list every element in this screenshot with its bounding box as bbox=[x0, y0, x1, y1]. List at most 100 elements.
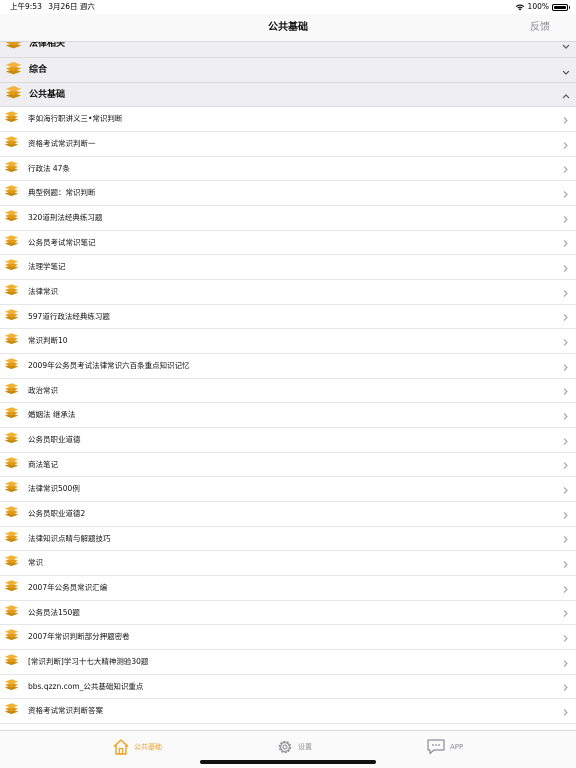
layers-icon bbox=[4, 257, 19, 276]
layers-icon bbox=[4, 208, 19, 227]
chevron-right-icon bbox=[563, 702, 568, 721]
list-item[interactable]: 公务员考试常识笔记 bbox=[0, 230, 576, 256]
list-item[interactable]: 法律常识 bbox=[0, 279, 576, 305]
list-item[interactable]: 公务员职业道德2 bbox=[0, 501, 576, 527]
list-item[interactable]: 行政法 47条 bbox=[0, 156, 576, 182]
feedback-button[interactable]: 反馈 bbox=[530, 14, 550, 42]
list-item-label: 公务员职业道德2 bbox=[28, 508, 86, 518]
section-header[interactable]: 综合 bbox=[0, 58, 576, 83]
list-item[interactable]: 典型例题：常识判断 bbox=[0, 181, 576, 206]
layers-icon bbox=[4, 677, 19, 696]
gear-icon bbox=[278, 740, 292, 754]
list-item[interactable]: 公务员法150题 bbox=[0, 600, 576, 626]
list-item[interactable]: 2009年公务员考试法律常识六百条重点知识记忆 bbox=[0, 353, 576, 379]
home-indicator bbox=[200, 760, 376, 764]
section-label: 公共基础 bbox=[29, 89, 66, 100]
chevron-right-icon bbox=[563, 430, 568, 449]
chevron-down-icon bbox=[562, 60, 570, 79]
section-header[interactable]: 公共基础 bbox=[0, 82, 576, 108]
layers-icon bbox=[4, 159, 19, 178]
battery-fill bbox=[554, 5, 566, 9]
list-item[interactable]: 2007年常识判断部分押题密卷 bbox=[0, 625, 576, 650]
tab-home[interactable]: 公共基础 bbox=[112, 737, 162, 757]
chevron-right-icon bbox=[563, 381, 568, 400]
list-item-label: 597道行政法经典练习题 bbox=[28, 311, 110, 321]
list-item-label: 法律常识500例 bbox=[28, 484, 80, 494]
page-title: 公共基础 bbox=[268, 22, 308, 33]
tab-home-label: 公共基础 bbox=[134, 743, 162, 751]
list-item[interactable]: 法律常识500例 bbox=[0, 477, 576, 502]
list-item[interactable]: bbs.qzzn.com_公共基础知识重点 bbox=[0, 674, 576, 700]
chevron-right-icon bbox=[563, 504, 568, 523]
chevron-right-icon bbox=[563, 406, 568, 425]
chevron-right-icon bbox=[563, 677, 568, 696]
status-time: 上午9:53 bbox=[10, 2, 42, 11]
list-item-label: 320道刑法经典练习题 bbox=[28, 212, 103, 222]
list-item[interactable]: 597道行政法经典练习题 bbox=[0, 304, 576, 330]
chevron-right-icon bbox=[563, 628, 568, 647]
list-item[interactable]: 公务员职业道德 bbox=[0, 427, 576, 453]
layers-icon bbox=[4, 652, 19, 671]
list-item[interactable]: 320道刑法经典练习题 bbox=[0, 205, 576, 231]
section-label: 法律相关 bbox=[29, 42, 66, 49]
layers-icon bbox=[4, 233, 19, 252]
chevron-right-icon bbox=[563, 159, 568, 178]
list-item[interactable]: 政治常识 bbox=[0, 378, 576, 404]
chevron-right-icon bbox=[563, 332, 568, 351]
list-item-label: 2009年公务员考试法律常识六百条重点知识记忆 bbox=[28, 360, 190, 370]
list-item[interactable]: 2007年公务员常识汇编 bbox=[0, 575, 576, 601]
list-item[interactable]: 资格考试常识判断一 bbox=[0, 131, 576, 157]
chevron-right-icon bbox=[563, 603, 568, 622]
list-item[interactable]: 常识 bbox=[0, 551, 576, 576]
list-item-label: 政治常识 bbox=[28, 385, 58, 395]
tab-app-label: APP bbox=[450, 743, 464, 751]
list-item[interactable]: 常识判断10 bbox=[0, 329, 576, 354]
list-item[interactable]: 法律知识点睛与解题技巧 bbox=[0, 526, 576, 552]
layers-icon bbox=[4, 109, 19, 128]
list-item[interactable]: [常识判断]学习十七大精神测验30题 bbox=[0, 649, 576, 675]
list-item-label: 资格考试常识判断答案 bbox=[28, 706, 103, 716]
chevron-right-icon bbox=[563, 455, 568, 474]
chevron-right-icon bbox=[563, 356, 568, 375]
layers-icon bbox=[4, 356, 19, 375]
nav-bar: 公共基础 反馈 bbox=[0, 14, 576, 42]
list-item-label: 2007年常识判断部分押题密卷 bbox=[28, 632, 130, 642]
list-item-label: 法律知识点睛与解题技巧 bbox=[28, 533, 111, 543]
list-item-label: [常识判断]学习十七大精神测验30题 bbox=[28, 656, 149, 666]
list-item-label: 公务员法150题 bbox=[28, 607, 80, 617]
layers-icon bbox=[4, 455, 19, 474]
layers-icon bbox=[4, 479, 19, 498]
section-header[interactable]: 法律相关 bbox=[0, 42, 576, 58]
list-item[interactable]: 李如海行职讲义三•常识判断 bbox=[0, 107, 576, 132]
list-item[interactable]: 婚姻法 继承法 bbox=[0, 403, 576, 428]
list-item-label: 常识 bbox=[28, 558, 43, 568]
list-item-label: 公务员考试常识笔记 bbox=[28, 237, 96, 247]
list-item-label: 常识判断10 bbox=[28, 336, 68, 346]
home-icon bbox=[113, 739, 129, 755]
layers-icon bbox=[4, 529, 19, 548]
list-item[interactable]: 资格考试常识判断答案 bbox=[0, 699, 576, 724]
layers-icon bbox=[5, 59, 22, 80]
layers-icon bbox=[4, 134, 19, 153]
list-item-label: 资格考试常识判断一 bbox=[28, 138, 96, 148]
tab-app[interactable]: APP bbox=[426, 737, 463, 757]
layers-icon bbox=[4, 183, 19, 202]
layers-icon bbox=[4, 405, 19, 424]
layers-icon bbox=[4, 282, 19, 301]
status-date: 3月26日 週六 bbox=[48, 2, 95, 11]
list-item-label: 商法笔记 bbox=[28, 459, 58, 469]
chevron-right-icon bbox=[563, 208, 568, 227]
status-bar: 上午9:53 3月26日 週六 100% bbox=[0, 0, 576, 14]
list-item-label: 2007年公务员常识汇编 bbox=[28, 582, 108, 592]
chevron-down-icon bbox=[562, 42, 570, 53]
list-item[interactable]: 法理学笔记 bbox=[0, 255, 576, 280]
layers-icon bbox=[4, 578, 19, 597]
chevron-right-icon bbox=[563, 134, 568, 153]
list-content[interactable]: 法律相关综合公共基础 李如海行职讲义三•常识判断资格考试常识判断一行政法 47条… bbox=[0, 42, 576, 730]
list-item-label: 法律常识 bbox=[28, 286, 58, 296]
list-item[interactable]: 商法笔记 bbox=[0, 452, 576, 478]
layers-icon bbox=[4, 627, 19, 646]
layers-icon bbox=[4, 381, 19, 400]
tab-settings[interactable]: 设置 bbox=[276, 737, 312, 757]
chevron-right-icon bbox=[563, 307, 568, 326]
